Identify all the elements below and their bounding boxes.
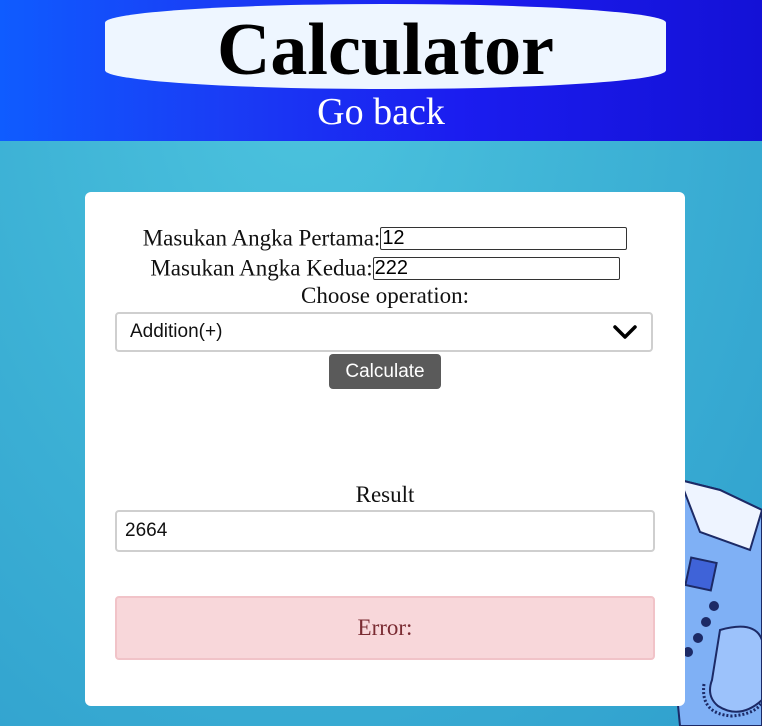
result-field[interactable]: 2664 [115,510,655,552]
page-title: Calculator [216,8,555,91]
first-number-input[interactable] [380,227,628,251]
calculate-button[interactable]: Calculate [329,354,441,389]
calculator-card: Masukan Angka Pertama: Masukan Angka Ked… [85,192,685,706]
first-number-label: Masukan Angka Pertama: [142,225,381,251]
second-number-input[interactable] [372,257,620,281]
error-alert: Error: [115,596,655,660]
header-bar: Calculator Go back [0,0,762,141]
second-number-label: Masukan Angka Kedua: [150,255,373,281]
operation-select[interactable]: Addition(+) [115,312,653,352]
go-back-link[interactable]: Go back [0,90,762,134]
first-number-row: Masukan Angka Pertama: [85,224,685,252]
chevron-down-icon [613,325,637,339]
operation-label: Choose operation: [301,283,469,308]
operation-selected-value: Addition(+) [130,321,223,342]
second-number-row: Masukan Angka Kedua: [85,254,685,282]
title-pill: Calculator [105,4,666,89]
result-label: Result [355,482,415,507]
